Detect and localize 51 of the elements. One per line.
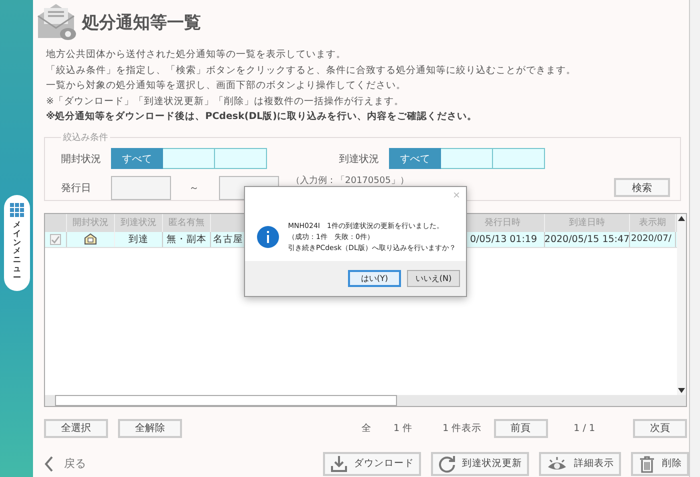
filter-toggle[interactable]	[441, 148, 493, 169]
row-checkbox[interactable]	[50, 234, 61, 244]
dialog-button[interactable]: いいえ(N)	[407, 270, 460, 288]
download-icon	[330, 454, 348, 472]
table-cell: 無・副本	[163, 232, 211, 246]
range-separator: ～	[189, 182, 199, 194]
page-title: 処分通知等一覧	[82, 12, 201, 34]
selection-button[interactable]: 全選択	[44, 418, 108, 438]
filter-label: 開封状況	[61, 152, 102, 166]
page-indicator: 1 / 1	[574, 422, 595, 434]
refresh-icon	[438, 454, 456, 472]
scroll-down-arrow-icon[interactable]	[678, 388, 685, 392]
action-button[interactable]: ダウンロード	[323, 452, 421, 476]
total-label: 全	[362, 422, 372, 434]
filter-label: 発行日	[61, 182, 92, 194]
back-link[interactable]: 戻る	[44, 456, 86, 472]
previous-page-button[interactable]: 前頁	[494, 418, 548, 438]
description-text: 一覧から対象の処分通知等を選択し、画面下部のボタンより操作してください。	[46, 79, 407, 93]
shown-count: 1 件表示	[442, 422, 482, 434]
eye-icon	[546, 456, 568, 472]
filter-toggle[interactable]	[215, 148, 267, 169]
chevron-left-icon	[44, 456, 54, 472]
table-cell: 2020/05/15 15:47	[545, 232, 630, 246]
scroll-up-arrow-icon[interactable]	[678, 216, 685, 220]
table-cell: 2020/07/	[630, 232, 676, 246]
filter-label: 到達状況	[339, 152, 380, 166]
envelope-icon	[36, 2, 78, 42]
description-text: 地方公共団体から送付された処分通知等の一覧を表示しています。	[46, 48, 347, 62]
search-button[interactable]: 検索	[614, 178, 670, 197]
trash-icon	[638, 454, 656, 472]
selection-button[interactable]: 全解除	[118, 418, 182, 438]
filter-toggle[interactable]	[493, 148, 545, 169]
filter-legend: 絞込み条件	[61, 130, 110, 144]
filter-toggle[interactable]	[163, 148, 215, 169]
dialog-button[interactable]: はい(Y)	[348, 270, 401, 288]
description-text: 「絞込み条件」を指定し、「検索」ボタンをクリックすると、条件に合致する処分通知等に絞り込むことができます。	[46, 64, 577, 78]
action-button[interactable]: 詳細表示	[539, 452, 621, 476]
next-page-button[interactable]: 次頁	[633, 418, 687, 438]
description-text: ※処分通知等をダウンロード後は、PCdesk(DL版)に取り込みを行い、内容をご確認ください。	[46, 110, 478, 124]
hint-text: （入力例：「20170505」）	[291, 176, 409, 186]
date-field[interactable]	[111, 176, 171, 200]
grid-icon	[10, 203, 24, 217]
main-menu-button[interactable]: メインメニュー	[4, 195, 30, 291]
table-cell: 到達	[115, 232, 163, 246]
action-button[interactable]: 削除	[631, 452, 689, 476]
vertical-scrollbar[interactable]	[677, 214, 686, 394]
horizontal-scrollbar[interactable]	[45, 394, 686, 406]
total-count: 1 件	[394, 422, 413, 434]
info-icon	[257, 226, 279, 248]
action-button[interactable]: 到達状況更新	[431, 452, 529, 476]
description-text: ※「ダウンロード」「到達状況更新」「削除」は複数件の一括操作が行えます。	[46, 94, 405, 108]
